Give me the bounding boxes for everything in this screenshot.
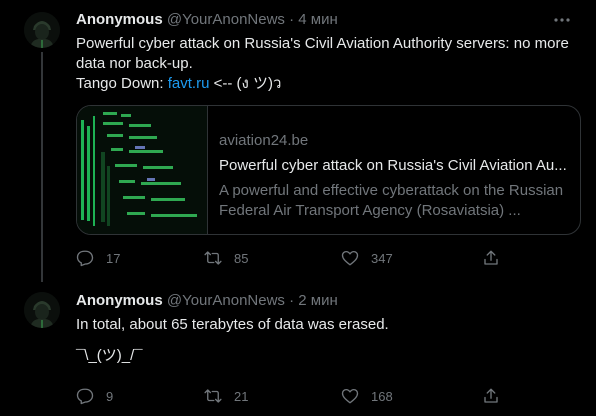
link-card[interactable]: aviation24.be Powerful cyber attack on R…	[76, 105, 581, 235]
tweet-header: Anonymous @YourAnonNews · 2 мин	[76, 291, 572, 311]
separator: ·	[289, 292, 295, 309]
tweet-text: Powerful cyber attack on Russia's Civil …	[76, 34, 574, 94]
tweet-link[interactable]: favt.ru	[168, 75, 210, 92]
avatar[interactable]	[24, 12, 60, 48]
thread-line	[41, 52, 43, 282]
like-count: 347	[371, 250, 393, 266]
avatar[interactable]	[24, 292, 60, 328]
share-button[interactable]	[482, 248, 512, 268]
handle[interactable]: @YourAnonNews	[167, 292, 285, 309]
reply-icon	[76, 388, 94, 405]
timestamp[interactable]: 2 мин	[298, 292, 338, 309]
card-description: A powerful and effective cyberattack on …	[219, 182, 564, 219]
card-domain: aviation24.be	[219, 132, 309, 149]
tweet[interactable]: Anonymous @YourAnonNews · 4 мин Powerful…	[0, 0, 596, 282]
share-icon	[484, 250, 498, 265]
display-name[interactable]: Anonymous	[76, 292, 163, 309]
tweet-text-line: In total, about 65 terabytes of data was…	[76, 316, 389, 333]
retweet-icon	[204, 389, 222, 403]
tweet-header: Anonymous @YourAnonNews · 4 мин	[76, 10, 572, 30]
share-icon	[484, 388, 498, 403]
separator: ·	[289, 11, 295, 28]
retweet-button[interactable]: 21	[204, 386, 248, 406]
heart-icon	[341, 250, 359, 266]
share-button[interactable]	[482, 386, 512, 406]
card-thumbnail	[77, 106, 208, 234]
more-icon[interactable]	[552, 10, 572, 30]
reply-button[interactable]: 9	[76, 386, 113, 406]
tweet-text-line: Powerful cyber attack on Russia's Civil …	[76, 35, 569, 72]
tweet-actions: 9 21 168	[76, 386, 572, 406]
like-count: 168	[371, 388, 393, 404]
retweet-button[interactable]: 85	[204, 248, 248, 268]
reply-count: 9	[106, 388, 114, 404]
tweet-text: In total, about 65 terabytes of data was…	[76, 315, 574, 335]
tweet-text-suffix: <-- (ง ツ)ว	[209, 75, 282, 92]
like-button[interactable]: 347	[341, 248, 393, 268]
card-text: aviation24.be Powerful cyber attack on R…	[219, 131, 570, 221]
retweet-count: 21	[234, 388, 249, 404]
tweet-actions: 17 85 347	[76, 248, 572, 268]
reply-icon	[76, 250, 94, 267]
card-title: Powerful cyber attack on Russia's Civil …	[219, 157, 567, 174]
retweet-icon	[204, 251, 222, 265]
tweet-text-line: Tango Down: favt.ru <-- (ง ツ)ว	[76, 74, 574, 94]
reply-button[interactable]: 17	[76, 248, 120, 268]
handle[interactable]: @YourAnonNews	[167, 11, 285, 28]
retweet-count: 85	[234, 250, 249, 266]
heart-icon	[341, 388, 359, 404]
like-button[interactable]: 168	[341, 386, 393, 406]
tweet-text-prefix: Tango Down:	[76, 75, 168, 92]
tweet-text-line: ¯\_(ツ)_/¯	[76, 347, 143, 364]
reply-count: 17	[106, 250, 121, 266]
tweet[interactable]: Anonymous @YourAnonNews · 2 мин In total…	[0, 282, 596, 416]
display-name[interactable]: Anonymous	[76, 11, 163, 28]
timestamp[interactable]: 4 мин	[298, 11, 338, 28]
